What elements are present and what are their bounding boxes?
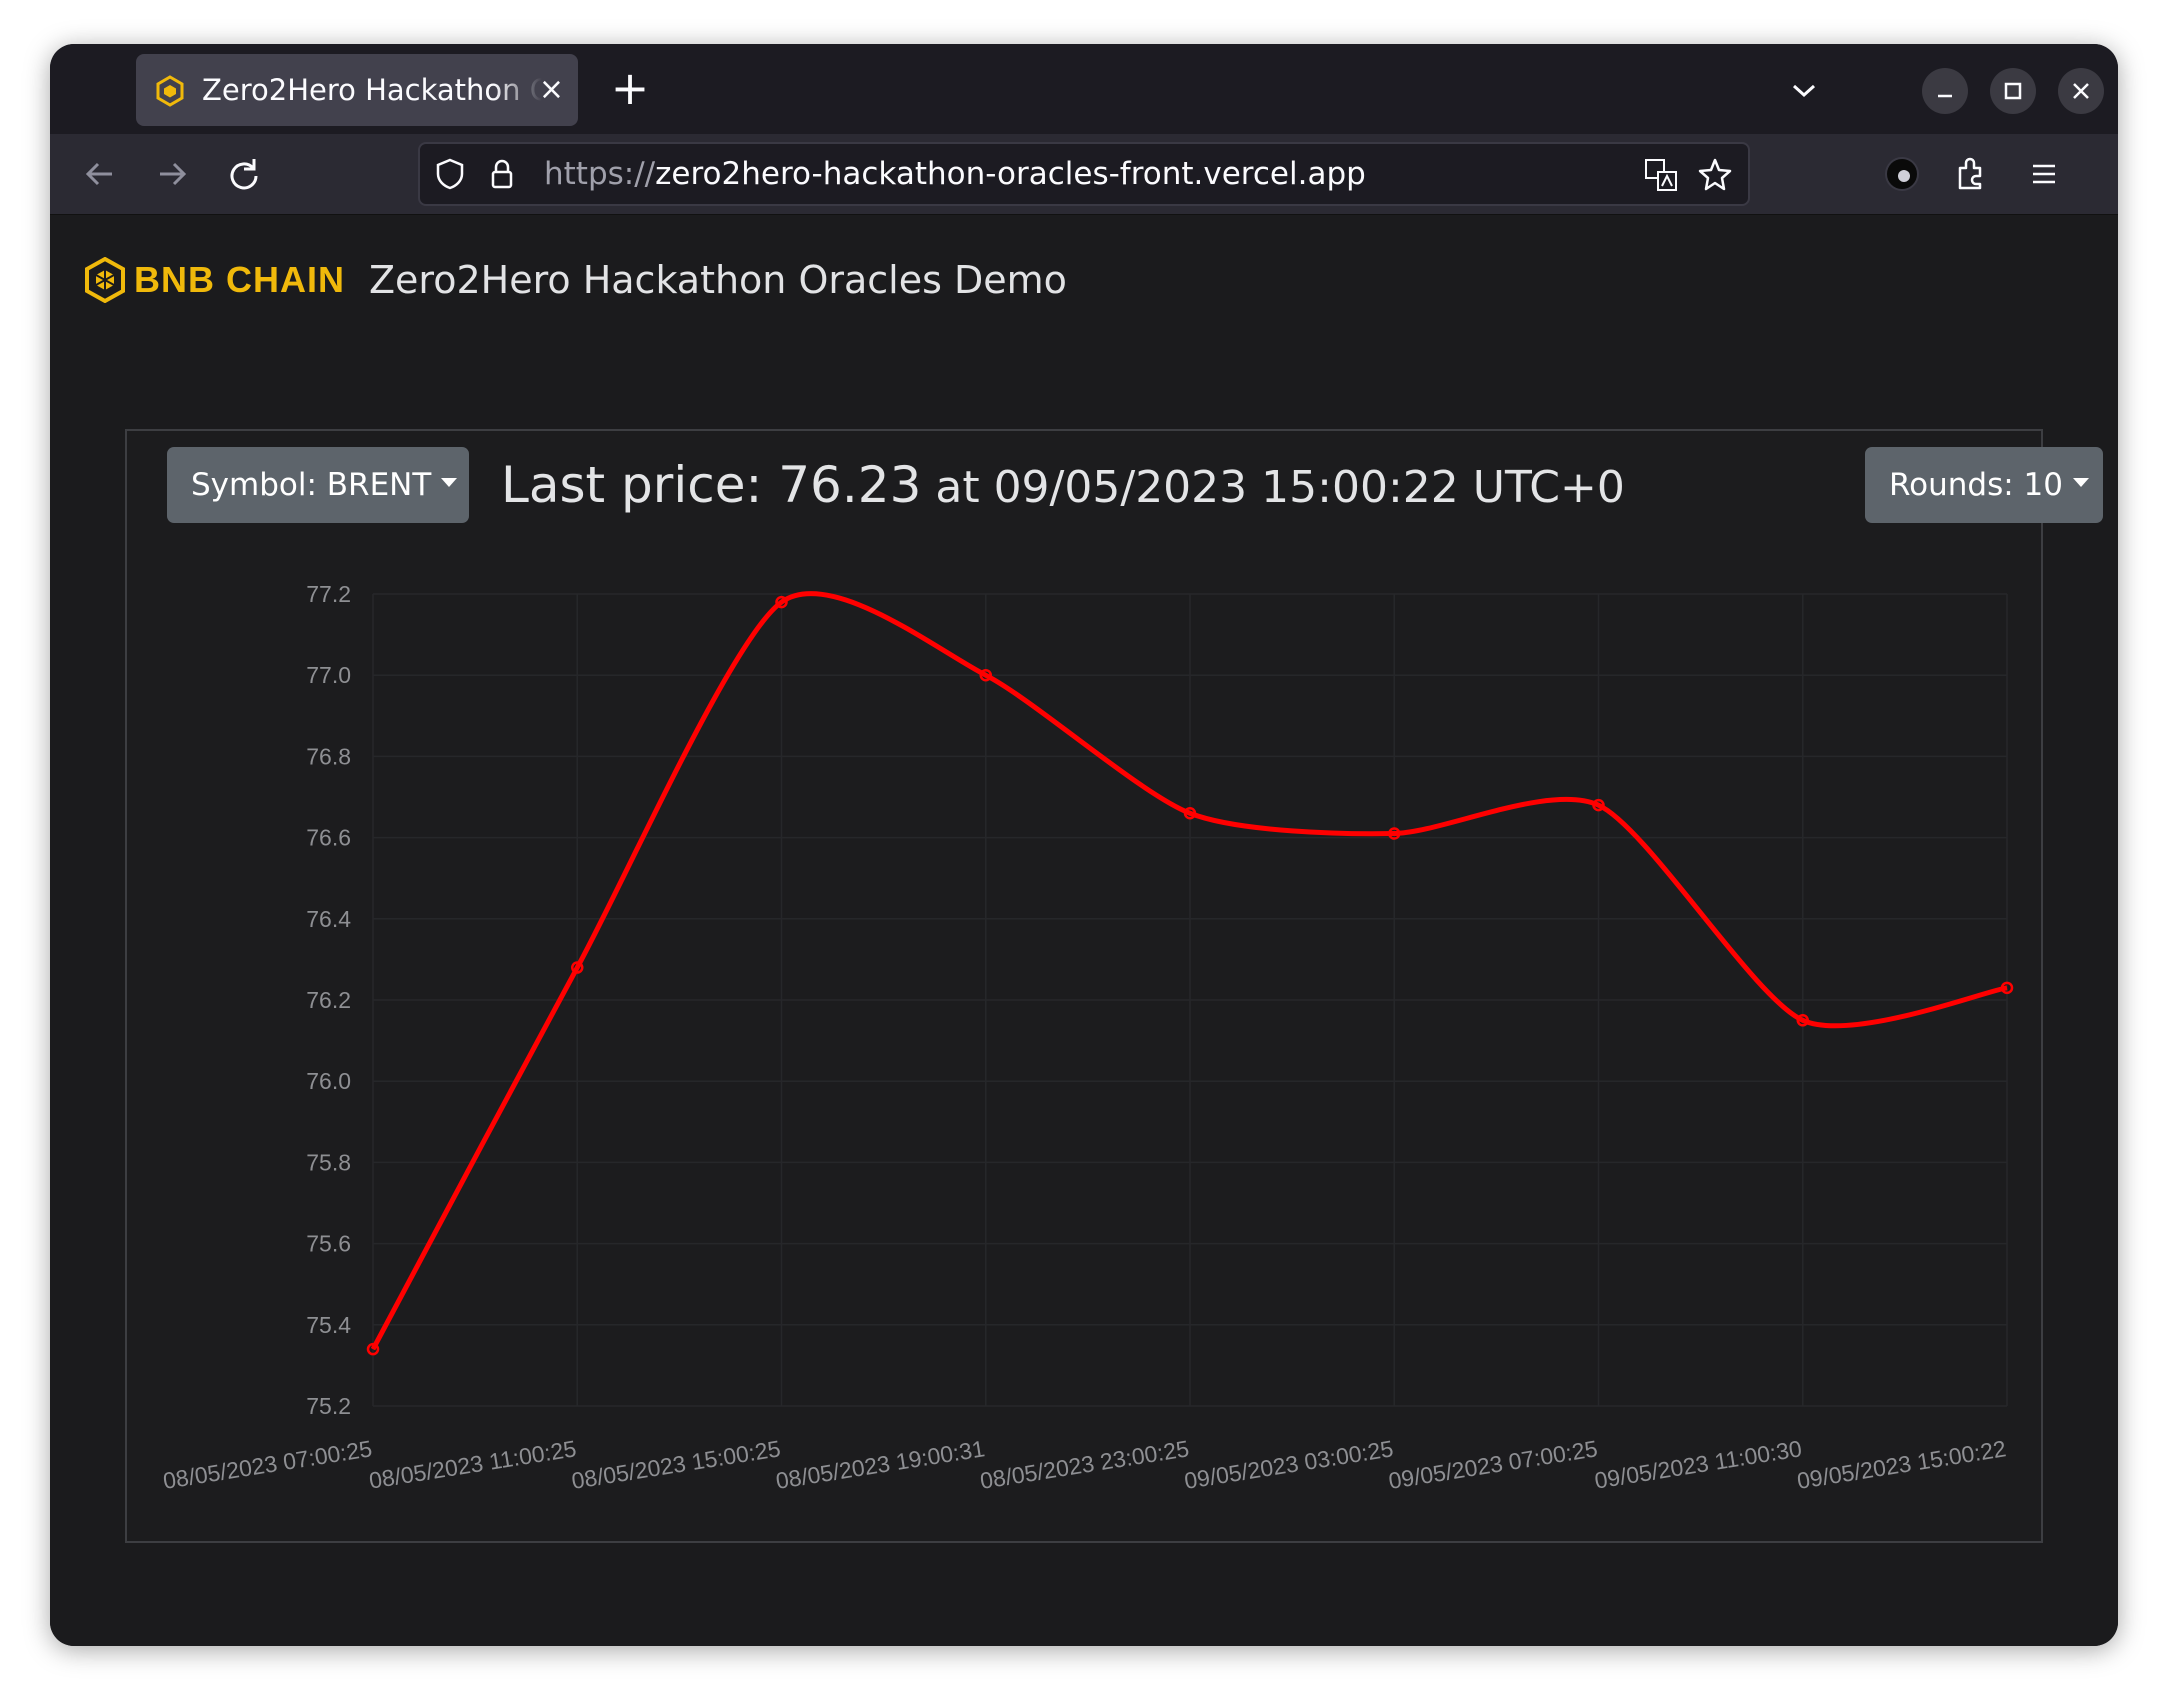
minimize-icon[interactable] (1922, 68, 1968, 114)
brand-name: BNB CHAIN (134, 259, 345, 300)
close-window-icon[interactable] (2058, 68, 2104, 114)
browser-window: Zero2Hero Hackathon Oracles Demo × + (50, 44, 2118, 1646)
tab-close-icon[interactable]: × (539, 54, 564, 126)
list-all-tabs-icon[interactable] (1776, 62, 1832, 118)
y-tick-label: 77.0 (306, 662, 351, 688)
x-tick-label: 08/05/2023 19:00:31 (774, 1435, 987, 1494)
y-tick-label: 76.6 (306, 825, 351, 851)
page-content: BNB CHAIN Zero2Hero Hackathon Oracles De… (50, 215, 2118, 1646)
y-tick-label: 75.8 (306, 1149, 351, 1175)
menu-icon[interactable] (2016, 146, 2072, 202)
reload-icon[interactable] (216, 146, 272, 202)
maximize-icon[interactable] (1990, 68, 2036, 114)
y-tick-label: 76.0 (306, 1068, 351, 1094)
new-tab-icon[interactable]: + (600, 52, 660, 124)
shield-icon[interactable] (432, 156, 468, 192)
bookmark-star-icon[interactable] (1696, 156, 1734, 194)
url-scheme: https:// (544, 156, 656, 192)
account-avatar-icon[interactable] (1874, 146, 1930, 202)
bnb-chain-logo-icon (85, 257, 125, 303)
bnb-favicon-icon (156, 75, 184, 107)
url-bar[interactable]: https://zero2hero-hackathon-oracles-fron… (418, 142, 1750, 206)
page-title: Zero2Hero Hackathon Oracles Demo (369, 258, 1067, 302)
x-tick-label: 09/05/2023 03:00:25 (1183, 1435, 1396, 1494)
x-tick-label: 08/05/2023 11:00:25 (367, 1435, 578, 1493)
y-tick-label: 75.6 (306, 1231, 351, 1257)
y-tick-label: 76.2 (306, 987, 351, 1013)
lock-icon[interactable] (484, 156, 520, 192)
caret-down-icon (2072, 478, 2089, 487)
price-card: Symbol: BRENT Last price: 76.23 at 09/05… (125, 429, 2103, 1543)
y-tick-label: 76.4 (306, 906, 351, 932)
x-tick-label: 08/05/2023 07:00:25 (161, 1435, 374, 1494)
forward-icon[interactable] (144, 146, 200, 202)
nav-toolbar: https://zero2hero-hackathon-oracles-fron… (50, 134, 2118, 215)
y-tick-label: 75.4 (306, 1312, 351, 1338)
translate-icon[interactable] (1642, 156, 1680, 194)
price-chart: 75.2 75.4 75.6 75.8 76.0 76.2 76.4 76.6 76.8 77.0… (161, 581, 2014, 1494)
extensions-icon[interactable] (1944, 146, 2000, 202)
tab-active[interactable]: Zero2Hero Hackathon Oracles Demo × (136, 54, 578, 126)
y-tick-label: 77.2 (306, 581, 351, 607)
brand-header: BNB CHAIN Zero2Hero Hackathon Oracles De… (84, 255, 1067, 305)
y-tick-label: 76.8 (306, 743, 351, 769)
tab-bar: Zero2Hero Hackathon Oracles Demo × + (50, 44, 2118, 134)
x-tick-label: 09/05/2023 11:00:30 (1593, 1435, 1804, 1493)
x-tick-label: 09/05/2023 07:00:25 (1387, 1435, 1600, 1494)
tab-title: Zero2Hero Hackathon Oracles Demo (202, 73, 542, 107)
y-tick-label: 75.2 (306, 1393, 351, 1419)
url-host: zero2hero-hackathon-oracles-front.vercel… (655, 156, 1366, 192)
x-tick-label: 08/05/2023 23:00:25 (978, 1435, 1191, 1494)
x-tick-label: 08/05/2023 15:00:25 (570, 1435, 783, 1494)
x-tick-label: 09/05/2023 15:00:22 (1795, 1435, 2008, 1494)
url-text[interactable]: https://zero2hero-hackathon-oracles-fron… (544, 144, 1366, 204)
back-icon[interactable] (72, 146, 128, 202)
